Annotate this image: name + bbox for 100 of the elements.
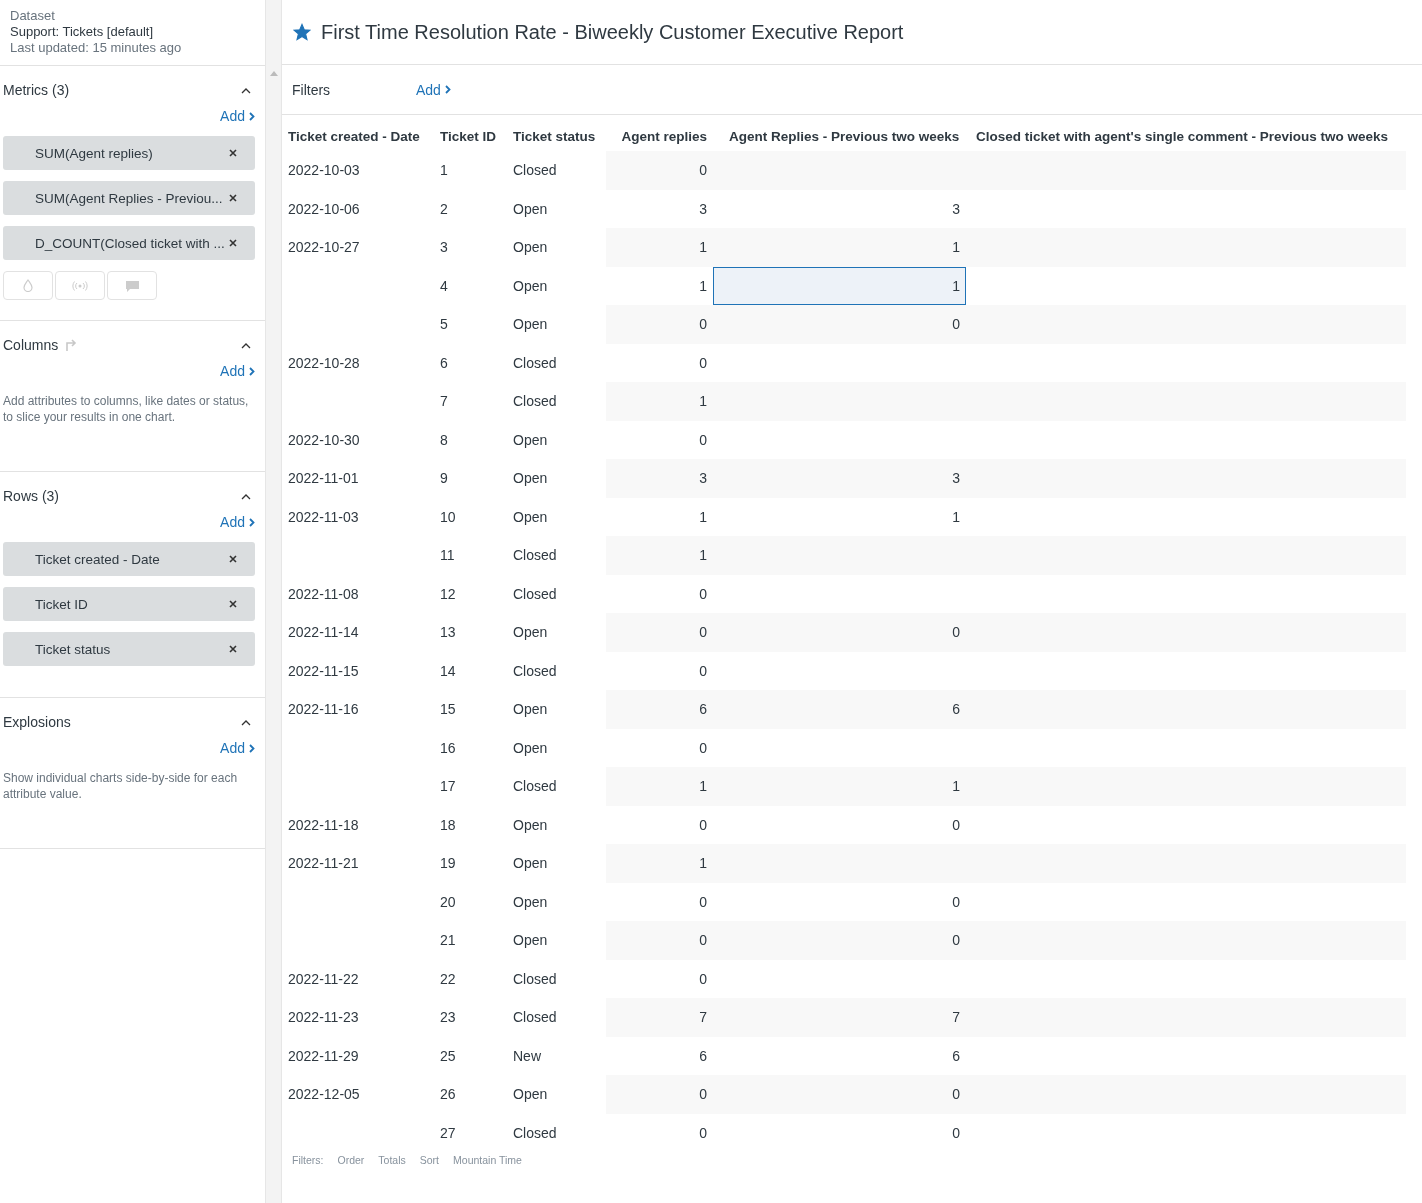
- table-cell: Open: [513, 316, 548, 333]
- table-cell: 2022-11-22: [288, 970, 359, 987]
- table-cell: 23: [440, 1009, 456, 1026]
- table-cell: 2022-11-08: [288, 585, 359, 602]
- metric-pill[interactable]: D_COUNT(Closed ticket with ...: [3, 226, 255, 260]
- chevron-icon: [444, 85, 451, 94]
- column-header[interactable]: Agent replies: [606, 128, 713, 144]
- selected-cell[interactable]: 1: [713, 266, 966, 305]
- table-cell: Open: [513, 1086, 548, 1103]
- table-cell: Open: [513, 893, 548, 910]
- table-cell: 11: [440, 547, 455, 564]
- table-cell: 1: [699, 277, 707, 294]
- table-cell: 0: [699, 585, 707, 602]
- table-cell: 4: [440, 277, 448, 294]
- metric-pill[interactable]: Ticket status: [3, 632, 255, 666]
- table-cell: 0: [952, 1086, 960, 1103]
- table-cell: Closed: [513, 547, 557, 564]
- table-cell: Closed: [513, 393, 557, 410]
- close-icon[interactable]: [229, 194, 237, 202]
- metric-pill[interactable]: Ticket ID: [3, 587, 255, 621]
- table-cell: Closed: [513, 778, 557, 795]
- table-cell: 25: [440, 1047, 456, 1064]
- table-cell: 22: [440, 970, 456, 987]
- star-icon[interactable]: [293, 23, 311, 41]
- table-cell: 13: [440, 624, 456, 641]
- table-cell: Open: [513, 508, 548, 525]
- table-cell: 6: [440, 354, 448, 371]
- table-cell: Open: [513, 431, 548, 448]
- column-header[interactable]: Closed ticket with agent's single comment - Previous two weeks: [966, 128, 1406, 144]
- table-cell: 18: [440, 816, 456, 833]
- table-cell: Open: [513, 277, 548, 294]
- table-cell: 1: [699, 508, 707, 525]
- table-cell: 6: [952, 1047, 960, 1064]
- table-cell: 0: [699, 316, 707, 333]
- table-cell: 27: [440, 1124, 456, 1141]
- add-filter-link[interactable]: Add: [416, 81, 451, 98]
- table-cell: Closed: [513, 970, 557, 987]
- section-hint: Show individual charts side-by-side for each attribute value.: [3, 770, 239, 802]
- collapse-icon[interactable]: [241, 86, 251, 94]
- table-cell: 7: [952, 1009, 960, 1026]
- column-header[interactable]: Ticket created - Date: [288, 128, 440, 144]
- table-cell: 2: [440, 200, 448, 217]
- column-header[interactable]: Agent Replies - Previous two weeks: [713, 128, 966, 144]
- table-cell: 0: [699, 1124, 707, 1141]
- table-cell: 0: [952, 316, 960, 333]
- column-header[interactable]: Ticket ID: [440, 128, 513, 144]
- metric-pill[interactable]: Ticket created - Date: [3, 542, 255, 576]
- table-cell: 12: [440, 585, 456, 602]
- table-cell: 2022-12-05: [288, 1086, 360, 1103]
- table-cell: 7: [699, 1009, 707, 1026]
- table-cell: 1: [699, 855, 707, 872]
- table-cell: 2022-11-18: [288, 816, 359, 833]
- table-cell: 0: [699, 816, 707, 833]
- metric-pill[interactable]: SUM(Agent Replies - Previou...: [3, 181, 255, 215]
- table-cell: Open: [513, 855, 548, 872]
- table-cell: 1: [699, 547, 707, 564]
- column-header[interactable]: Ticket status: [513, 128, 606, 144]
- table-cell: 2022-11-29: [288, 1047, 359, 1064]
- table-cell: 1: [699, 778, 707, 795]
- table-cell: 3: [952, 200, 960, 217]
- table-cell: 0: [699, 739, 707, 756]
- table-cell: 2022-10-06: [288, 200, 360, 217]
- table-cell: Open: [513, 239, 548, 256]
- close-icon[interactable]: [229, 239, 237, 247]
- table-cell: 19: [440, 855, 456, 872]
- close-icon[interactable]: [229, 555, 237, 563]
- table-cell: 2022-11-23: [288, 1009, 359, 1026]
- collapse-icon[interactable]: [241, 718, 251, 726]
- collapse-icon[interactable]: [241, 492, 251, 500]
- table-cell: 1: [952, 508, 960, 525]
- table-cell: 6: [699, 701, 707, 718]
- add-link[interactable]: Add: [220, 108, 255, 124]
- table-cell: 2022-10-03: [288, 162, 360, 179]
- table-cell: 0: [952, 932, 960, 949]
- table-cell: 0: [699, 893, 707, 910]
- add-link[interactable]: Add: [220, 514, 255, 530]
- table-cell: 0: [699, 624, 707, 641]
- table-cell: 5: [440, 316, 448, 333]
- close-icon[interactable]: [229, 149, 237, 157]
- table-cell: 3: [699, 470, 707, 487]
- table-cell: 2022-11-01: [288, 470, 359, 487]
- table-cell: 6: [699, 1047, 707, 1064]
- metric-pill[interactable]: SUM(Agent replies): [3, 136, 255, 170]
- table-cell: 15: [440, 701, 456, 718]
- close-icon[interactable]: [229, 645, 237, 653]
- add-link[interactable]: Add: [220, 740, 255, 756]
- table-cell: Open: [513, 470, 548, 487]
- table-cell: 2022-11-03: [288, 508, 359, 525]
- add-link[interactable]: Add: [220, 363, 255, 379]
- collapse-icon[interactable]: [241, 341, 251, 349]
- table-cell: 1: [699, 239, 707, 256]
- section-title: Columns: [3, 337, 59, 353]
- table-cell: 2022-11-21: [288, 855, 359, 872]
- table-cell: 0: [952, 893, 960, 910]
- close-icon[interactable]: [229, 600, 237, 608]
- table-cell: 0: [699, 662, 707, 679]
- last-updated: Last updated: 15 minutes ago: [10, 40, 183, 56]
- table-cell: 1: [952, 778, 960, 795]
- table-cell: 2022-11-15: [288, 662, 359, 679]
- table-cell: 2022-11-14: [288, 624, 359, 641]
